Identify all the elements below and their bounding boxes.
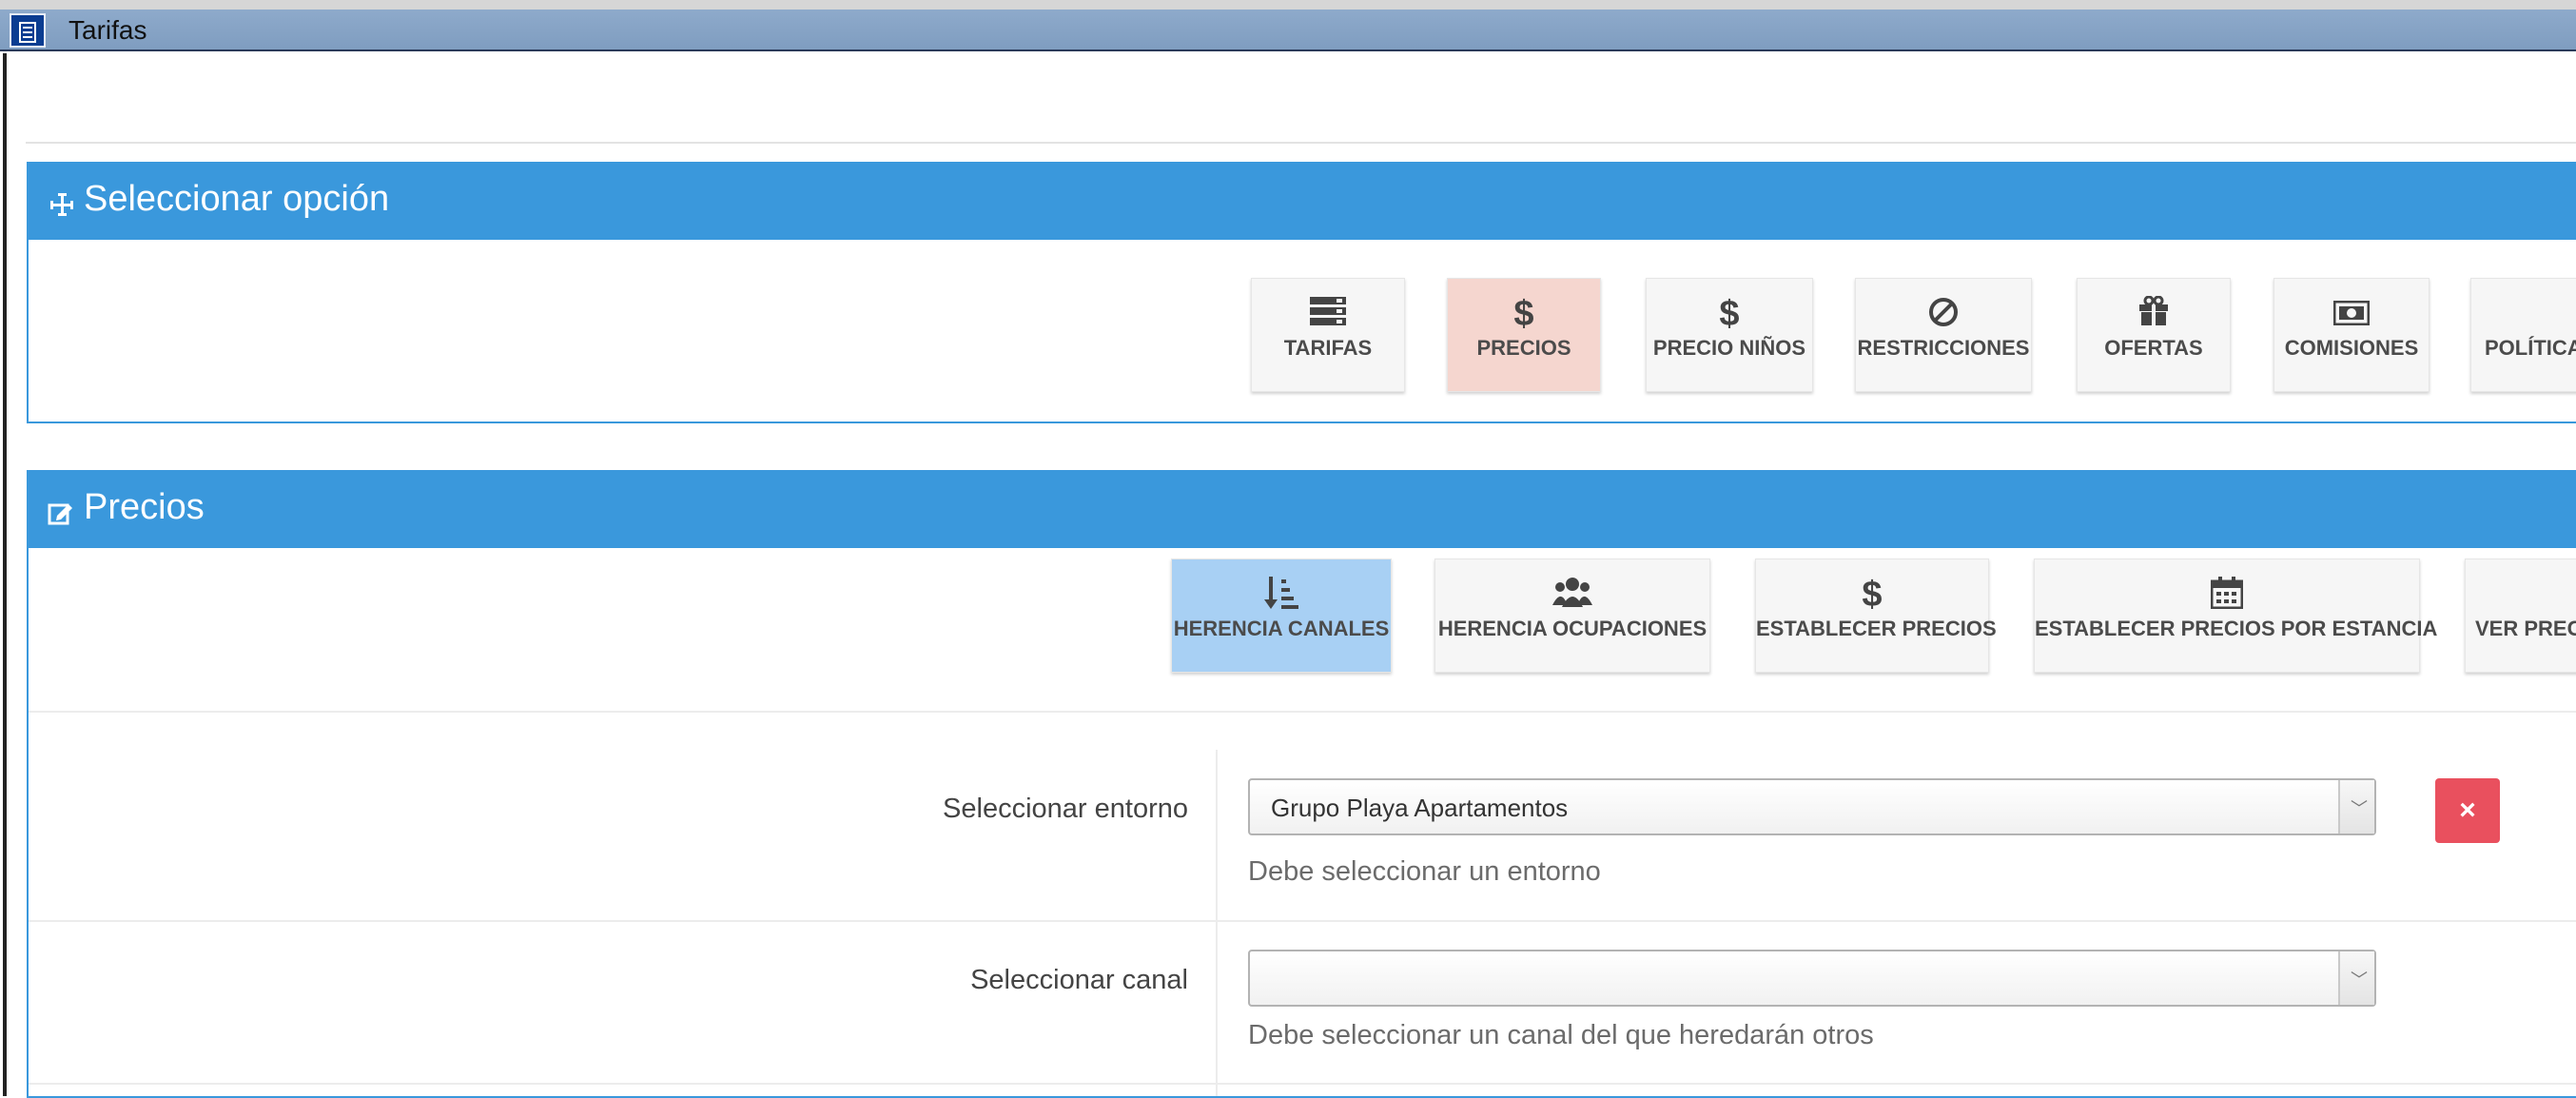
tile-label: TARIFAS (1283, 336, 1373, 360)
environment-label: Seleccionar entorno (943, 794, 1188, 824)
tab-establecer-precios[interactable]: $ ESTABLECER PRECIOS (1755, 559, 1997, 673)
tab-label: ESTABLECER PRECIOS (1756, 617, 1997, 640)
select-option-header: Seleccionar opción (29, 164, 2576, 240)
window-top-strip (0, 0, 2576, 10)
tab-establecer-precios-por-estancia[interactable]: ESTABLECER PRECIOS POR ESTANCIA (2034, 559, 2438, 673)
form-divider (29, 1083, 2576, 1085)
move-arrows-icon (49, 192, 74, 217)
environment-select[interactable]: Grupo Playa Apartamentos ﹀ (1248, 778, 2376, 835)
tab-label: HERENCIA OCUPACIONES (1437, 617, 1708, 640)
tab-herencia-canales[interactable]: HERENCIA CANALES (1171, 559, 1392, 673)
tile-tarifas[interactable]: TARIFAS (1251, 278, 1405, 392)
gift-icon (2137, 295, 2170, 333)
dollar-icon: $ (1719, 294, 1740, 334)
tile-restricciones[interactable]: RESTRICCIONES (1855, 278, 2032, 392)
chevron-down-icon: ﹀ (2351, 799, 2368, 818)
form-divider (29, 920, 2576, 922)
tile-label: OFERTAS (2104, 336, 2203, 360)
channel-help: Debe seleccionar un canal del que hereda… (1248, 1020, 1874, 1050)
tab-label: HERENCIA CANALES (1173, 617, 1390, 640)
server-list-icon (1310, 296, 1346, 332)
tile-label: PRECIOS (1476, 336, 1571, 360)
environment-select-value: Grupo Playa Apartamentos (1271, 794, 1569, 822)
edit-icon (48, 500, 74, 525)
tile-politicas[interactable]: POLÍTICAS (2470, 278, 2576, 392)
chevron-down-icon: ﹀ (2351, 971, 2368, 990)
tab-herencia-ocupaciones[interactable]: HERENCIA OCUPACIONES (1434, 559, 1710, 673)
tile-label: POLÍTICAS (2485, 336, 2576, 360)
tile-ofertas[interactable]: OFERTAS (2077, 278, 2231, 392)
window-titlebar[interactable]: Tarifas (0, 10, 2576, 51)
tile-label: COMISIONES (2284, 336, 2419, 360)
window-title: Tarifas (68, 15, 147, 45)
prices-header: Precios (29, 472, 2576, 548)
clear-environment-button[interactable]: × (2435, 778, 2500, 843)
panel-title: Precios (84, 487, 205, 527)
dollar-icon: $ (1862, 575, 1883, 615)
ban-icon (1927, 296, 1960, 335)
tab-ver-precios[interactable]: VER PRECIOS (2465, 559, 2576, 673)
tile-label: RESTRICCIONES (1857, 336, 2030, 360)
sort-amount-icon (1264, 577, 1298, 618)
tile-precio-ninos[interactable]: $ PRECIO NIÑOS (1646, 278, 1813, 392)
environment-help: Debe seleccionar un entorno (1248, 856, 1601, 887)
channel-select[interactable]: ﹀ (1248, 950, 2376, 1007)
tab-label: VER PRECIOS (2475, 617, 2576, 640)
money-bill-icon (2332, 296, 2371, 332)
form-column-divider (1216, 750, 1218, 1096)
tile-precios[interactable]: $ PRECIOS (1447, 278, 1601, 392)
channel-select-toggle[interactable]: ﹀ (2338, 951, 2374, 1005)
form-divider (29, 711, 2576, 713)
channel-label: Seleccionar canal (970, 965, 1188, 995)
tab-label: ESTABLECER PRECIOS POR ESTANCIA (2035, 617, 2438, 640)
environment-select-toggle[interactable]: ﹀ (2338, 780, 2374, 833)
users-icon (1552, 577, 1592, 616)
panel-title: Seleccionar opción (84, 179, 390, 219)
dollar-icon: $ (1513, 294, 1534, 334)
calculator-icon[interactable] (10, 13, 46, 48)
tile-comisiones[interactable]: COMISIONES (2274, 278, 2430, 392)
top-divider (26, 142, 2576, 144)
tile-label: PRECIO NIÑOS (1652, 336, 1806, 360)
calendar-icon (2210, 577, 2244, 616)
